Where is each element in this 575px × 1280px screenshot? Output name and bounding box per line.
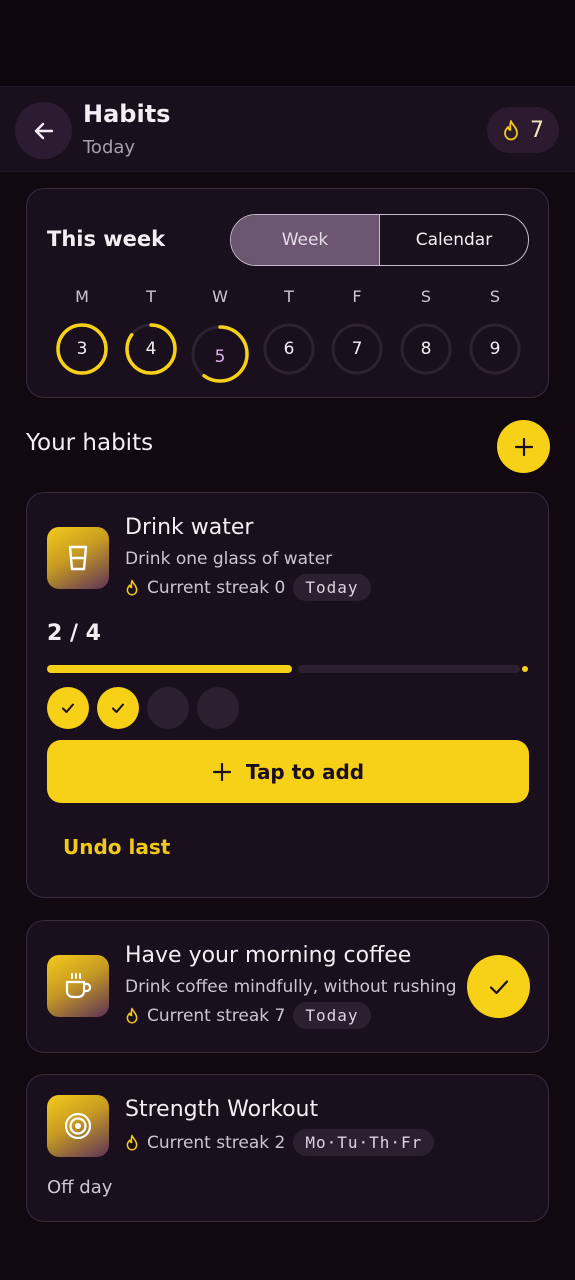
tap-to-add-label: Tap to add: [245, 759, 365, 784]
coffee-cup-icon: [65, 973, 92, 999]
tab-week[interactable]: Week: [231, 215, 380, 265]
habit-description: Drink one glass of water: [125, 549, 333, 569]
day-date: 6: [283, 339, 295, 359]
tap-to-add-button[interactable]: Tap to add: [47, 740, 529, 803]
flame-icon: [125, 1007, 139, 1024]
day-7[interactable]: S9: [465, 287, 525, 377]
habit-status-text: Off day: [47, 1177, 113, 1198]
tab-calendar[interactable]: Calendar: [380, 215, 528, 265]
habit-streak: Current streak 2 Mo·Tu·Th·Fr: [125, 1129, 435, 1156]
page-subtitle: Today: [83, 137, 136, 158]
habit-title: Have your morning coffee: [125, 943, 412, 968]
schedule-chip: Today: [293, 1002, 371, 1029]
habit-card-morning-coffee[interactable]: Have your morning coffee Drink coffee mi…: [26, 920, 549, 1053]
habit-streak: Current streak 7 Today: [125, 1002, 371, 1029]
progress-step-3: [147, 687, 189, 729]
check-icon: [112, 703, 124, 713]
habits-section-title: Your habits: [26, 430, 154, 456]
day-progress-ring: 5: [190, 324, 250, 384]
day-2[interactable]: T4: [121, 287, 181, 377]
day-letter: F: [352, 287, 362, 306]
view-toggle: Week Calendar: [230, 214, 529, 266]
day-5[interactable]: F7: [327, 287, 387, 377]
day-6[interactable]: S8: [396, 287, 456, 377]
progress-bar-end-dot: [522, 666, 528, 672]
day-progress-ring: 6: [261, 321, 317, 377]
habit-card-strength-workout[interactable]: Strength Workout Current streak 2 Mo·Tu·…: [26, 1074, 549, 1222]
progress-bar-track: [298, 665, 520, 673]
flame-icon: [504, 120, 518, 141]
progress-step-4: [197, 687, 239, 729]
progress-bar-fill: [47, 665, 292, 673]
day-progress-ring: 9: [467, 321, 523, 377]
day-date: 7: [351, 339, 363, 359]
status-bar: [0, 0, 575, 86]
day-letter: T: [284, 287, 294, 306]
streak-count: 7: [530, 117, 544, 143]
day-date: 8: [420, 339, 432, 359]
glass-icon: [68, 545, 88, 571]
day-date: 9: [489, 339, 501, 359]
habit-description: Drink coffee mindfully, without rushing: [125, 977, 457, 997]
add-habit-button[interactable]: [497, 420, 550, 473]
habit-progress-text: 2 / 4: [47, 621, 101, 646]
day-letter: S: [489, 287, 501, 306]
check-icon: [62, 703, 74, 713]
week-days: M3T4W5T6F7S8S9: [27, 287, 550, 387]
week-card: This week Week Calendar M3T4W5T6F7S8S9: [26, 188, 549, 398]
day-progress-ring: 7: [329, 321, 385, 377]
day-date: 5: [214, 347, 226, 367]
day-date: 4: [145, 339, 157, 359]
day-date: 3: [76, 339, 88, 359]
habit-icon-tile: [47, 1095, 109, 1157]
schedule-chip: Mo·Tu·Th·Fr: [293, 1129, 435, 1156]
target-icon: [64, 1112, 92, 1140]
week-title: This week: [47, 227, 166, 251]
day-progress-ring: 4: [123, 321, 179, 377]
check-icon: [489, 979, 508, 994]
habit-streak-text: Current streak 0: [147, 577, 286, 598]
page-title: Habits: [83, 100, 171, 128]
arrow-left-icon: [34, 122, 53, 139]
habit-complete-button[interactable]: [467, 955, 530, 1018]
app-header: Habits Today 7: [0, 86, 575, 172]
day-progress-ring: 3: [54, 321, 110, 377]
streak-badge[interactable]: 7: [487, 107, 559, 153]
habit-streak-text: Current streak 2: [147, 1132, 286, 1153]
day-1[interactable]: M3: [52, 287, 112, 377]
day-4[interactable]: T6: [259, 287, 319, 377]
schedule-chip: Today: [293, 574, 371, 601]
plus-icon: [212, 762, 231, 781]
progress-step-2: [97, 687, 139, 729]
habit-icon-tile: [47, 955, 109, 1017]
flame-icon: [125, 1134, 139, 1151]
back-button[interactable]: [15, 102, 72, 159]
day-letter: T: [146, 287, 156, 306]
habit-card-drink-water[interactable]: Drink water Drink one glass of water Cur…: [26, 492, 549, 898]
habit-title: Strength Workout: [125, 1097, 319, 1122]
habit-icon-tile: [47, 527, 109, 589]
day-letter: W: [212, 287, 228, 306]
day-letter: M: [75, 287, 89, 306]
flame-icon: [125, 579, 139, 596]
day-letter: S: [420, 287, 432, 306]
progress-step-1: [47, 687, 89, 729]
habit-streak-text: Current streak 7: [147, 1005, 286, 1026]
plus-icon: [514, 437, 533, 456]
undo-last-button[interactable]: Undo last: [63, 835, 170, 859]
habit-streak: Current streak 0 Today: [125, 574, 371, 601]
habit-title: Drink water: [125, 515, 254, 540]
day-progress-ring: 8: [398, 321, 454, 377]
day-3[interactable]: W5: [190, 287, 250, 384]
